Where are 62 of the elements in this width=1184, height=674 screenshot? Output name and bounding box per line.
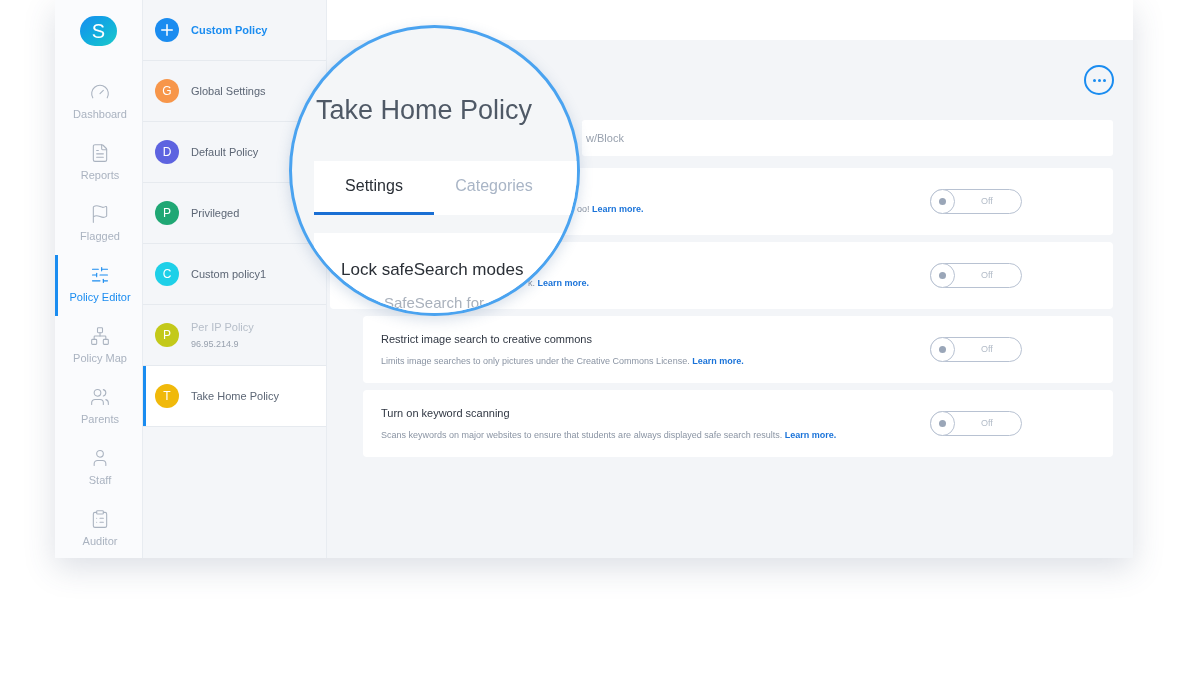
toggle-label: Off [981,194,993,208]
policy-avatar: P [155,323,179,347]
policy-item[interactable]: Custom Policy [143,0,289,60]
policy-name: Take Home Policy [191,388,280,404]
toggle-label: Off [981,342,993,356]
user-avatar[interactable]: S [80,16,117,46]
nav-item[interactable]: Dashboard [55,72,142,133]
toggle-knob [930,263,955,288]
nav-item[interactable]: Auditor [55,499,142,560]
policy-avatar: D [155,140,179,164]
setting-title: Lock safeSearch modes [341,258,525,281]
toggle-knob [930,411,955,436]
policy-item[interactable]: P Privileged [143,183,289,243]
policy-name: Custom policy1 [191,266,267,282]
policy-name: Custom Policy [191,22,268,38]
policy-name: Default Policy [191,144,259,160]
policy-item[interactable]: D Default Policy [143,122,289,182]
users-icon [90,387,110,408]
learn-more-link[interactable]: Learn more. [592,203,644,214]
nav-item[interactable]: Flagged [55,194,142,255]
add-icon [155,18,179,42]
ip-address: 96.95.214.9 [191,337,240,351]
clipboard-icon [90,509,110,530]
nav-item[interactable]: Reports [55,133,142,194]
policy-avatar: G [155,79,179,103]
learn-more-link[interactable]: Learn more. [692,356,744,366]
setting-title: Restrict image search to creative commons [381,331,593,347]
learn-more-link[interactable]: Learn more. [784,430,837,440]
toggle-switch[interactable]: Off [930,411,1022,436]
more-options-button[interactable] [1084,65,1114,95]
toggle-switch[interactable]: Off [930,263,1022,288]
setting-description: Limits image searches to only pictures under the Creative Commons License. Learn more. [381,355,744,368]
nav-item[interactable]: Staff [55,438,142,499]
nav-item[interactable]: Parents [55,377,142,438]
policy-avatar: T [155,384,179,408]
tab[interactable]: Categories [434,160,554,215]
ellipsis-icon [1092,78,1106,82]
toggle-switch[interactable]: Off [930,337,1022,362]
toggle-label: Off [981,416,993,430]
search-field[interactable]: w/Block [582,120,1113,156]
setting-description: Scans keywords on major websites to ensure that students are always displayed safe search results. Learn more. [381,429,837,442]
learn-more-link[interactable]: Learn more. [537,277,590,288]
policy-name: Privileged [191,205,240,221]
policy-name: Per IP Policy [191,320,254,335]
policy-avatar: P [155,201,179,225]
policy-name: Global Settings [191,83,266,99]
page-title: Take Home Policy [316,95,533,125]
setting-description: oo! Learn more. [577,202,644,216]
toggle-switch[interactable]: Off [930,189,1022,214]
policy-avatar: C [155,262,179,286]
sliders-icon [90,265,110,286]
hierarchy-icon [90,326,110,347]
toggle-knob [930,189,955,214]
toggle-label: Off [981,268,993,282]
document-icon [90,143,110,164]
setting-title: Turn on keyword scanning [381,405,511,421]
flag-icon [90,204,110,225]
policy-item[interactable]: G Global Settings [143,61,289,121]
nav-item[interactable]: Policy Map [55,316,142,377]
toggle-knob [930,337,955,362]
tab[interactable]: Settings [314,160,434,215]
policy-item[interactable]: C Custom policy1 [143,244,289,304]
